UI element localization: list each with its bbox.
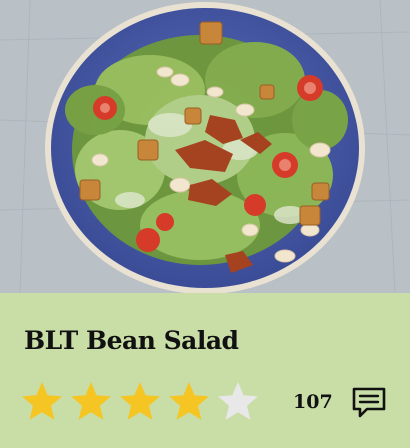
recipe-info: BLT Bean Salad 107 xyxy=(0,293,410,448)
review-count: 107 xyxy=(293,391,333,413)
comment-icon[interactable] xyxy=(350,385,388,421)
salad-image xyxy=(0,0,410,293)
star-icon-filled[interactable] xyxy=(118,379,162,423)
star-icon-filled[interactable] xyxy=(69,379,113,423)
recipe-photo[interactable] xyxy=(0,0,410,293)
recipe-title[interactable]: BLT Bean Salad xyxy=(24,326,239,355)
star-icon-empty[interactable] xyxy=(216,379,260,423)
star-icon-filled[interactable] xyxy=(167,379,211,423)
recipe-card[interactable]: BLT Bean Salad 107 xyxy=(0,0,410,448)
star-rating[interactable] xyxy=(20,379,260,423)
star-icon-filled[interactable] xyxy=(20,379,64,423)
